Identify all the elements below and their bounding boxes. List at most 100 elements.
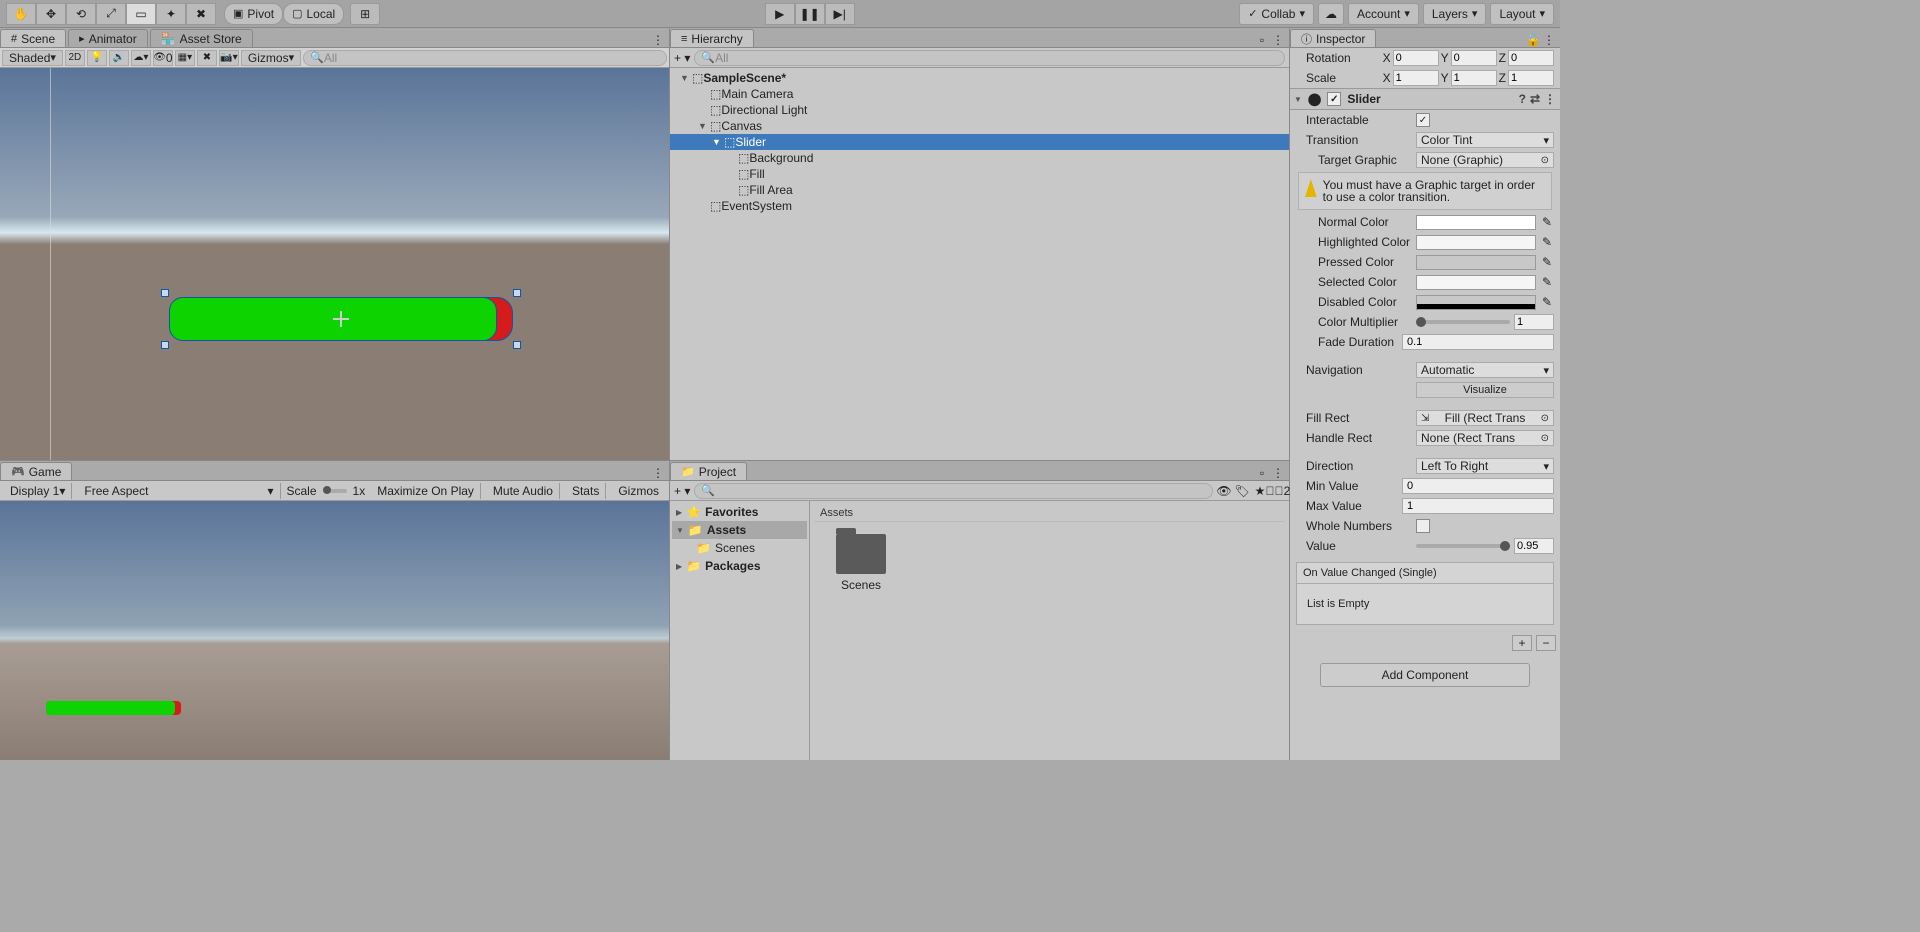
- maxvalue-field[interactable]: [1402, 498, 1554, 514]
- asset-folder[interactable]: Scenes: [826, 534, 896, 592]
- tab-assetstore[interactable]: 🏪 Asset Store: [150, 29, 253, 47]
- interactable-check[interactable]: [1416, 113, 1430, 127]
- tree-row[interactable]: ⬚ EventSystem: [670, 198, 1289, 214]
- label-icon[interactable]: 🏷: [1235, 484, 1249, 498]
- lock-icon[interactable]: 🔓: [1526, 33, 1540, 47]
- tab-game[interactable]: 🎮 Game: [0, 462, 72, 480]
- game-gizmos-dropdown[interactable]: Gizmos: [612, 483, 665, 499]
- snap-button[interactable]: ⊞: [350, 3, 380, 25]
- panel-menu-icon[interactable]: ⋮: [1542, 33, 1556, 47]
- minvalue-field[interactable]: [1402, 478, 1554, 494]
- account-dropdown[interactable]: Account ▾: [1348, 3, 1419, 25]
- disabled-color-swatch[interactable]: [1416, 295, 1536, 310]
- fade-duration-field[interactable]: [1402, 334, 1554, 350]
- normal-color-swatch[interactable]: [1416, 215, 1536, 230]
- shading-dropdown[interactable]: Shaded ▾: [2, 50, 63, 66]
- scale-tool[interactable]: ⤢: [96, 3, 126, 25]
- tab-hierarchy[interactable]: ≡ Hierarchy: [670, 29, 754, 47]
- target-graphic-field[interactable]: None (Graphic)⊙: [1416, 152, 1554, 168]
- custom-tool[interactable]: ✖: [186, 3, 216, 25]
- hidden-count[interactable]: 👁0: [153, 50, 173, 66]
- scenes-row[interactable]: 📁 Scenes: [672, 539, 807, 557]
- add-component-button[interactable]: Add Component: [1320, 663, 1530, 687]
- panel-resize-icon[interactable]: ▫: [1255, 33, 1269, 47]
- scl-z[interactable]: Z: [1499, 70, 1554, 86]
- twoD-toggle[interactable]: 2D: [65, 50, 85, 66]
- pivot-toggle[interactable]: ▣Pivot: [224, 3, 283, 25]
- layout-dropdown[interactable]: Layout ▾: [1490, 3, 1554, 25]
- scene-row[interactable]: ▼ ⬚ SampleScene*: [670, 70, 1289, 86]
- wholenumbers-check[interactable]: [1416, 519, 1430, 533]
- filter-icon[interactable]: 👁: [1217, 484, 1231, 498]
- visualize-button[interactable]: Visualize: [1416, 382, 1554, 398]
- rot-y[interactable]: Y: [1441, 50, 1497, 66]
- panel-menu-icon[interactable]: ⋮: [651, 33, 665, 47]
- display-dropdown[interactable]: Display 1 ▾: [4, 483, 72, 499]
- tab-animator[interactable]: ▸ Animator: [68, 29, 148, 47]
- rot-x[interactable]: X: [1383, 50, 1439, 66]
- enable-checkbox[interactable]: [1327, 92, 1341, 106]
- transform-tool[interactable]: ✦: [156, 3, 186, 25]
- panel-menu-icon[interactable]: ⋮: [651, 466, 665, 480]
- tools-icon[interactable]: ✖: [197, 50, 217, 66]
- panel-resize-icon[interactable]: ▫: [1255, 466, 1269, 480]
- tree-row[interactable]: ⬚ Background: [670, 150, 1289, 166]
- pressed-color-swatch[interactable]: [1416, 255, 1536, 270]
- camera-icon[interactable]: 📷▾: [219, 50, 239, 66]
- layers-dropdown[interactable]: Layers ▾: [1423, 3, 1487, 25]
- local-toggle[interactable]: ▢Local: [283, 3, 344, 25]
- eyedropper-icon[interactable]: ✎: [1540, 215, 1554, 229]
- rot-z[interactable]: Z: [1499, 50, 1554, 66]
- tree-row[interactable]: ▼⬚ Canvas: [670, 118, 1289, 134]
- tree-row-selected[interactable]: ▼⬚ Slider: [670, 134, 1289, 150]
- add-event-button[interactable]: +: [1512, 635, 1532, 651]
- hierarchy-search[interactable]: 🔍 All: [694, 50, 1285, 66]
- menu-icon[interactable]: ⋮: [1544, 92, 1556, 106]
- pause-button[interactable]: ❚❚: [795, 3, 825, 25]
- slider-gizmo[interactable]: [165, 293, 517, 345]
- eyedropper-icon[interactable]: ✎: [1540, 255, 1554, 269]
- stats-toggle[interactable]: Stats: [566, 483, 606, 499]
- eyedropper-icon[interactable]: ✎: [1540, 275, 1554, 289]
- tab-scene[interactable]: # Scene: [0, 29, 66, 47]
- color-multiplier-slider[interactable]: [1416, 314, 1554, 330]
- tab-inspector[interactable]: ⓘ Inspector: [1290, 29, 1376, 47]
- mute-toggle[interactable]: Mute Audio: [487, 483, 560, 499]
- collab-dropdown[interactable]: ✓Collab▾: [1239, 3, 1314, 25]
- packages-row[interactable]: ▶📁 Packages: [672, 557, 807, 575]
- tree-row[interactable]: ⬚ Main Camera: [670, 86, 1289, 102]
- project-search[interactable]: 🔍: [694, 483, 1213, 499]
- selected-color-swatch[interactable]: [1416, 275, 1536, 290]
- value-slider[interactable]: [1416, 538, 1554, 554]
- grid-icon[interactable]: ▦▾: [175, 50, 195, 66]
- scl-x[interactable]: X: [1383, 70, 1439, 86]
- hidden-icon[interactable]: 👁⃠2: [1271, 484, 1285, 498]
- project-create[interactable]: + ▾: [674, 484, 690, 498]
- scene-viewport[interactable]: [0, 68, 669, 460]
- scene-search[interactable]: 🔍 All: [303, 50, 667, 66]
- fx-icon[interactable]: ☁▾: [131, 50, 151, 66]
- create-button[interactable]: + ▾: [674, 51, 690, 65]
- navigation-dropdown[interactable]: Automatic▾: [1416, 362, 1554, 378]
- light-icon[interactable]: 💡: [87, 50, 107, 66]
- rotate-tool[interactable]: ⟲: [66, 3, 96, 25]
- highlight-color-swatch[interactable]: [1416, 235, 1536, 250]
- tree-row[interactable]: ⬚ Fill: [670, 166, 1289, 182]
- step-button[interactable]: ▶|: [825, 3, 855, 25]
- fillrect-field[interactable]: ⇲Fill (Rect Trans⊙: [1416, 410, 1554, 426]
- rect-tool[interactable]: ▭: [126, 3, 156, 25]
- preset-icon[interactable]: ⇄: [1530, 92, 1540, 106]
- assets-row[interactable]: ▼📁 Assets: [672, 521, 807, 539]
- aspect-dropdown[interactable]: Free Aspect ▾: [78, 483, 280, 499]
- play-button[interactable]: ▶: [765, 3, 795, 25]
- handlerect-field[interactable]: None (Rect Trans⊙: [1416, 430, 1554, 446]
- panel-menu-icon[interactable]: ⋮: [1271, 466, 1285, 480]
- tree-row[interactable]: ⬚ Directional Light: [670, 102, 1289, 118]
- hand-tool[interactable]: ✋: [6, 3, 36, 25]
- direction-dropdown[interactable]: Left To Right▾: [1416, 458, 1554, 474]
- tree-row[interactable]: ⬚ Fill Area: [670, 182, 1289, 198]
- cloud-button[interactable]: ☁: [1318, 3, 1344, 25]
- tab-project[interactable]: 📁 Project: [670, 462, 747, 480]
- transition-dropdown[interactable]: Color Tint▾: [1416, 132, 1554, 148]
- audio-icon[interactable]: 🔊: [109, 50, 129, 66]
